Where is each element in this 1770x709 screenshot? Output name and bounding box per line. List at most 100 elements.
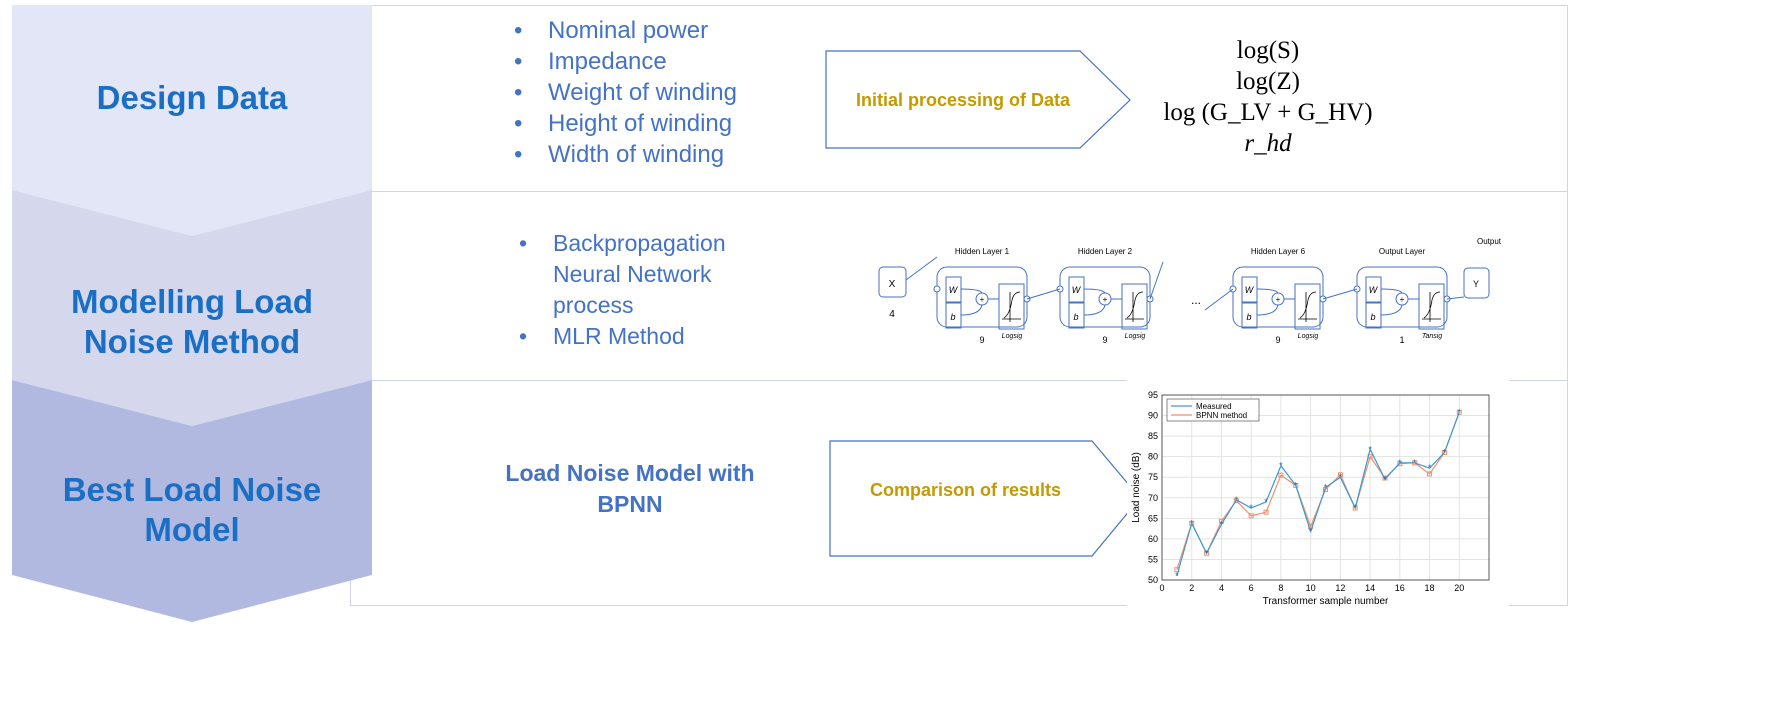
stage-label-best: Best Load Noise Model (62, 471, 322, 548)
formula: log(S) (1236, 37, 1300, 64)
legend-label: BPNN method (1196, 411, 1247, 420)
input-label: X (889, 279, 896, 290)
data-point-measured: * (1339, 472, 1343, 482)
bias-label: b (1073, 312, 1078, 322)
x-tick-label: 4 (1219, 583, 1224, 593)
list-item: Width of winding (514, 139, 737, 170)
y-tick-label: 50 (1148, 575, 1158, 585)
series-line-measured (1176, 412, 1460, 577)
comparison-label: Comparison of results (870, 480, 1062, 500)
y-tick-label: 90 (1148, 411, 1158, 421)
data-point-measured: * (1249, 503, 1253, 513)
data-point-measured: * (1175, 571, 1179, 581)
input-node (933, 285, 941, 293)
formula: log(Z) (1236, 68, 1300, 95)
data-point-measured: * (1458, 407, 1462, 417)
layer-2: Hidden Layer 2 Wb + Logsig 9 (1056, 247, 1154, 345)
weight-label: W (1245, 285, 1255, 295)
neural-network-diagram: X4Hidden Layer 1Wb+Logsig9Hidden Layer 2… (878, 237, 1502, 345)
sum-label: + (980, 295, 985, 304)
weight-label: W (1369, 285, 1379, 295)
data-point-measured: * (1428, 463, 1432, 473)
data-point-measured: * (1279, 461, 1283, 471)
data-point-measured: * (1220, 520, 1224, 530)
x-axis-label: Transformer sample number (1263, 596, 1389, 607)
layer-3: Hidden Layer 6 Wb + Logsig 9 (1229, 247, 1327, 345)
layer-size: 9 (1102, 335, 1107, 345)
layer-4: Output Layer Wb + Tansig 1 (1353, 247, 1451, 345)
data-point-measured: * (1413, 458, 1417, 468)
list-item: Weight of winding (514, 77, 737, 108)
x-tick-label: 2 (1189, 583, 1194, 593)
list-item: Impedance (514, 46, 737, 77)
data-point-measured: * (1235, 495, 1239, 505)
x-tick-label: 14 (1365, 583, 1375, 593)
data-point-measured: * (1309, 526, 1313, 536)
activation-label: Logsig (1298, 333, 1319, 340)
initial-processing-label: Initial processing of Data (856, 90, 1071, 110)
layer-size: 1 (1399, 335, 1404, 345)
stage-label-modelling: Modelling Load Noise Method (71, 283, 313, 360)
y-axis-label: Load noise (dB) (1131, 452, 1142, 523)
activation-label: Logsig (1125, 333, 1146, 340)
formula: log (G_LV + G_HV) (1163, 99, 1373, 126)
activation-box (1121, 283, 1148, 330)
output-title: Output (1477, 237, 1502, 246)
list-item: Nominal power (514, 15, 737, 46)
sum-label: + (1103, 295, 1108, 304)
data-point-measured: * (1324, 483, 1328, 493)
method-list: Backpropagation Neural Network process M… (519, 228, 779, 352)
y-tick-label: 65 (1148, 513, 1158, 523)
activation-box (1418, 283, 1445, 330)
layer-1: Hidden Layer 1 Wb + Logsig 9 (933, 247, 1031, 345)
data-point-measured: * (1190, 518, 1194, 528)
list-item: Height of winding (514, 108, 737, 139)
best-model-label: Load Noise Model with BPNN (505, 460, 755, 517)
stage-chevron-design (12, 5, 372, 236)
activation-curve (1422, 291, 1441, 322)
activation-label: Tansig (1422, 333, 1442, 340)
y-tick-label: 85 (1148, 431, 1158, 441)
design-data-list: Nominal power Impedance Weight of windin… (514, 15, 737, 170)
activation-curve (1125, 291, 1144, 322)
weight-label: W (1072, 285, 1082, 295)
data-point-measured: * (1264, 497, 1268, 507)
y-tick-label: 70 (1148, 493, 1158, 503)
data-point-measured: * (1294, 480, 1298, 490)
x-tick-label: 12 (1335, 583, 1345, 593)
output-label: Y (1473, 279, 1479, 289)
formula: r_hd (1244, 130, 1292, 157)
layer-title: Output Layer (1379, 247, 1426, 256)
layer-size: 9 (979, 335, 984, 345)
data-point-measured: * (1443, 448, 1447, 458)
activation-box (1294, 283, 1321, 330)
x-tick-label: 8 (1278, 583, 1283, 593)
legend-label: Measured (1196, 402, 1232, 411)
weight-label: W (949, 285, 959, 295)
bias-label: b (1370, 312, 1375, 322)
data-point-measured: * (1398, 458, 1402, 468)
layer-size: 9 (1275, 335, 1280, 345)
data-point-measured: * (1383, 474, 1387, 484)
legend: MeasuredBPNN method (1166, 398, 1260, 422)
sum-label: + (1400, 295, 1405, 304)
bias-label: b (950, 312, 955, 322)
formula-list: log(S) log(Z) log (G_LV + G_HV) r_hd (1158, 35, 1378, 159)
x-tick-label: 10 (1306, 583, 1316, 593)
layer-title: Hidden Layer 2 (1078, 247, 1133, 256)
activation-box (998, 283, 1025, 330)
activation-curve (1298, 291, 1317, 322)
activation-curve (1002, 291, 1021, 322)
bias-label: b (1246, 312, 1251, 322)
load-noise-chart: 0 2 4 6 8 10 12 14 16 18 20 50 55 60 65 70 75 80 85 90 95 Tra… (1131, 390, 1490, 607)
activation-label: Logsig (1002, 333, 1023, 340)
input-size: 4 (889, 309, 895, 320)
y-tick-label: 95 (1148, 390, 1158, 400)
data-point-measured: * (1353, 503, 1357, 513)
y-tick-label: 75 (1148, 472, 1158, 482)
layer-title: Hidden Layer 1 (955, 247, 1010, 256)
list-item: Backpropagation Neural Network process (519, 228, 779, 321)
stage-label-design: Design Data (96, 79, 288, 116)
ellipsis: ... (1191, 293, 1201, 307)
layer-title: Hidden Layer 6 (1251, 247, 1306, 256)
